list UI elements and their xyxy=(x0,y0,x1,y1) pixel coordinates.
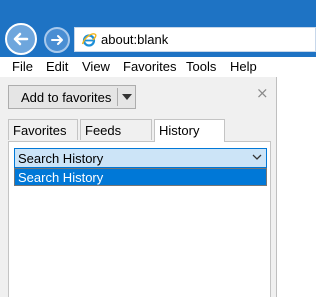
tab-label: History xyxy=(159,123,200,138)
forward-arrow-icon xyxy=(51,35,63,45)
chevron-down-icon xyxy=(252,154,262,160)
back-button[interactable] xyxy=(5,23,37,55)
menu-edit[interactable]: Edit xyxy=(46,59,68,74)
tab-favorites[interactable]: Favorites xyxy=(8,119,78,140)
favorites-center-pane: Add to favorites × Favorites Feeds Histo… xyxy=(0,77,276,297)
address-bar[interactable]: about:blank xyxy=(74,27,316,52)
history-view-select[interactable]: Search History xyxy=(14,148,267,168)
browser-toolbar: about:blank xyxy=(0,0,316,57)
history-panel: Search History Search History xyxy=(8,141,271,297)
tab-history[interactable]: History xyxy=(154,119,225,142)
select-value: Search History xyxy=(18,151,104,166)
menu-file[interactable]: File xyxy=(12,59,33,74)
address-text: about:blank xyxy=(101,32,169,47)
dropdown-option-search-history[interactable]: Search History xyxy=(15,169,266,185)
tab-label: Feeds xyxy=(85,123,122,138)
tab-label: Favorites xyxy=(13,123,67,138)
menu-view[interactable]: View xyxy=(82,59,110,74)
dropdown-option-label: Search History xyxy=(18,170,104,185)
page-content-area[interactable] xyxy=(276,77,316,297)
history-view-dropdown: Search History xyxy=(14,168,267,186)
forward-button[interactable] xyxy=(44,27,70,53)
button-divider xyxy=(117,88,118,106)
add-to-favorites-label: Add to favorites xyxy=(21,90,112,105)
menu-tools[interactable]: Tools xyxy=(186,59,216,74)
menu-bar: File Edit View Favorites Tools Help xyxy=(0,57,316,77)
close-icon[interactable]: × xyxy=(256,84,269,102)
tab-feeds[interactable]: Feeds xyxy=(80,119,152,140)
add-to-favorites-button[interactable]: Add to favorites xyxy=(8,85,136,109)
menu-help[interactable]: Help xyxy=(230,59,257,74)
chevron-down-icon[interactable] xyxy=(122,94,132,100)
internet-explorer-icon xyxy=(81,33,97,47)
menu-favorites[interactable]: Favorites xyxy=(123,59,176,74)
back-arrow-icon xyxy=(13,32,29,46)
